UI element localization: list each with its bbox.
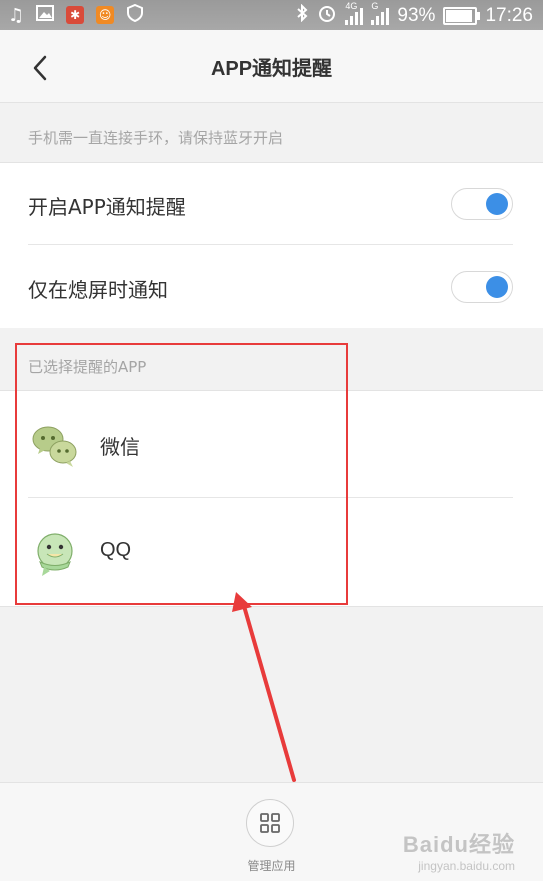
divider (28, 497, 513, 498)
selected-apps-list: 微信 QQ (0, 390, 543, 607)
watermark-sub: jingyan.baidu.com (418, 859, 515, 873)
enable-notifications-toggle[interactable] (451, 188, 513, 220)
app-label: 微信 (100, 437, 140, 459)
setting-label: 仅在熄屏时通知 (28, 278, 168, 302)
divider (28, 244, 513, 245)
bluetooth-hint-section: 手机需一直连接手环，请保持蓝牙开启 (0, 102, 543, 163)
page-title: APP通知提醒 (210, 58, 333, 80)
bluetooth-hint-text: 手机需一直连接手环，请保持蓝牙开启 (28, 129, 284, 147)
battery-icon (443, 7, 481, 25)
app-notification-icon: ☺ (96, 6, 115, 24)
clock: 17:26 (485, 5, 533, 26)
notification-settings: 开启APP通知提醒 仅在熄屏时通知 (0, 162, 543, 330)
manage-apps-button[interactable] (246, 799, 294, 847)
status-bar-notifications: ♫ ✱ ☺ (8, 3, 144, 26)
toggle-knob (486, 193, 508, 215)
network-4g-label: 4G (345, 1, 358, 11)
signal-4g: 4G (345, 1, 364, 25)
app-notification-icon: ✱ (66, 6, 85, 24)
toggle-knob (486, 276, 508, 298)
selected-apps-header: 已选择提醒的APP (0, 328, 543, 390)
bottom-bar: 管理应用 Baidu经验 jingyan.baidu.com (0, 782, 543, 881)
list-item-wechat[interactable]: 微信 (0, 391, 543, 498)
signal-g: G (371, 1, 390, 25)
shield-icon (126, 3, 144, 26)
setting-label: 开启APP通知提醒 (28, 195, 186, 219)
baidu-watermark: Baidu经验 jingyan.baidu.com (403, 827, 515, 873)
status-bar-system: 4G G 93% 17:26 (295, 1, 533, 29)
network-g-label: G (371, 1, 379, 11)
setting-row-enable-notifications[interactable]: 开启APP通知提醒 (0, 163, 543, 245)
screen-off-only-toggle[interactable] (451, 271, 513, 303)
setting-row-screen-off-only[interactable]: 仅在熄屏时通知 (0, 246, 543, 328)
alarm-icon (317, 3, 337, 29)
app-label: QQ (100, 539, 132, 561)
grid-icon (260, 813, 280, 833)
status-bar: ♫ ✱ ☺ 4G G 93% 17:26 (0, 0, 543, 30)
qq-icon (30, 529, 80, 579)
selected-apps-title: 已选择提醒的APP (28, 358, 147, 376)
watermark-main: Baidu经验 (402, 832, 515, 857)
bluetooth-icon (295, 3, 309, 28)
image-icon (36, 4, 55, 26)
wechat-icon (30, 421, 80, 471)
battery-percent: 93% (397, 5, 436, 26)
list-item-qq[interactable]: QQ (0, 499, 543, 606)
app-header: APP通知提醒 (0, 30, 543, 102)
headphones-icon: ♫ (8, 4, 25, 26)
battery-fill (446, 10, 473, 22)
